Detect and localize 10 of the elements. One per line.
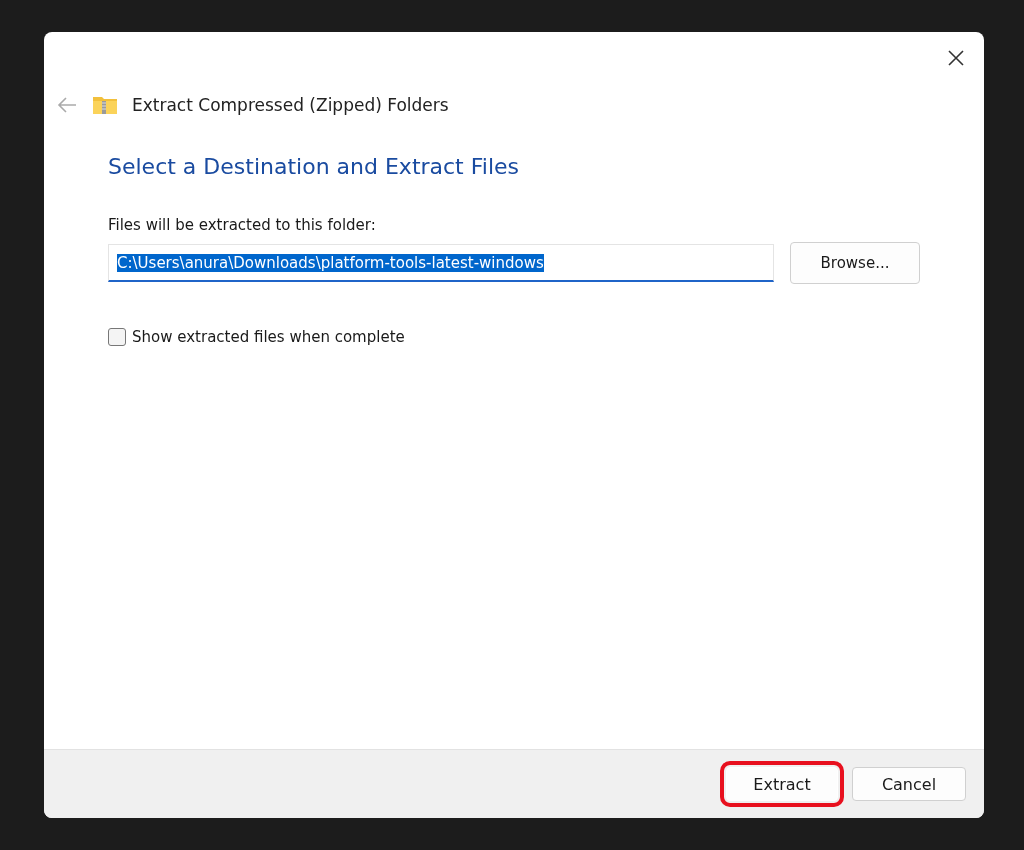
destination-field[interactable]: C:\Users\anura\Downloads\platform-tools-latest-windows <box>108 244 774 282</box>
close-icon <box>947 49 965 67</box>
dialog-button[interactable]: Cancel <box>852 767 966 801</box>
window-title: Extract Compressed (Zipped) Folders <box>132 95 449 115</box>
zipped-folder-icon <box>92 94 118 116</box>
browse-button[interactable]: Browse... <box>790 242 920 284</box>
checkbox-label: Show extracted files when complete <box>132 328 405 346</box>
field-label: Files will be extracted to this folder: <box>108 216 376 234</box>
dialog-heading: Select a Destination and Extract Files <box>108 154 521 179</box>
checkbox[interactable] <box>108 328 126 346</box>
